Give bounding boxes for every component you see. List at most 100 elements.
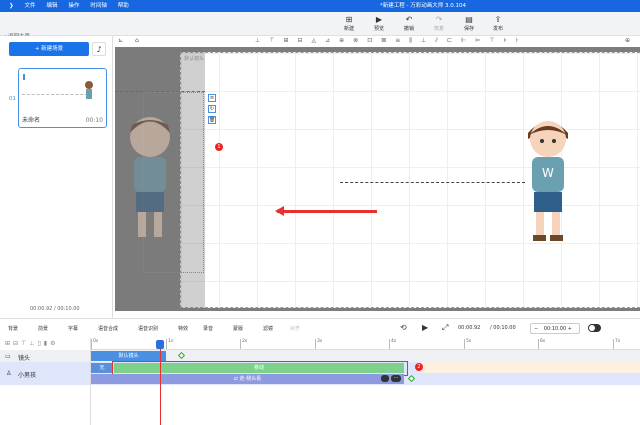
enter-block[interactable]: 无: [91, 363, 113, 373]
rotate-icon[interactable]: ↻: [208, 105, 216, 113]
new-scene-button[interactable]: + 新建场景: [9, 42, 89, 56]
keyframe-diamond[interactable]: [177, 351, 186, 360]
delete-icon[interactable]: 🗑: [208, 116, 216, 124]
align-icon[interactable]: ⊾: [118, 37, 123, 44]
redo-icon: ↷: [435, 15, 443, 24]
scene-duration: 00:10: [85, 117, 103, 124]
motion-path: [340, 182, 525, 183]
badge-1: 1: [215, 143, 223, 151]
redo-button[interactable]: ↷ 恢复: [427, 14, 451, 32]
tool-align[interactable]: 对齐: [290, 325, 300, 332]
music-icon[interactable]: ♪: [92, 42, 106, 56]
scene-marker: [23, 74, 25, 80]
canvas-toolbar: ⊾ ⌂ ⊥⊤⊞⊟◬⊿⊕⊗⊡⊠≡⫼⊥⫽⊏⊩⊨⊤⊧⊦ ⊕: [115, 36, 640, 47]
plus-icon[interactable]: +: [568, 326, 572, 332]
track-header: ⊞⊟⊤⊥▯▮⚙ ▭ 镜头 ♙ 小男孩: [0, 338, 91, 425]
duration-stepper[interactable]: − 00:10.00 +: [530, 323, 580, 334]
publish-button[interactable]: ⇪ 发布: [486, 14, 510, 32]
tool-speech-recognition[interactable]: 语音识别: [138, 325, 158, 332]
playback-current: 00:00.92: [458, 325, 481, 331]
tool-filter[interactable]: 滤镜: [263, 325, 273, 332]
playhead-handle[interactable]: [156, 340, 164, 349]
tick: 1s: [166, 339, 173, 349]
person-icon: ♙: [6, 370, 12, 377]
save-label: 保存: [463, 26, 474, 32]
timeline-toolbar: 背景 前景 字幕 语音合成 语音识别 特效 录音 蒙版 滤镜 对齐 ⟲ ▶ ⤢ …: [0, 318, 640, 338]
action-label: 走-侧头看: [239, 376, 262, 382]
tick: 6s: [538, 339, 545, 349]
add-icon[interactable]: [381, 375, 389, 382]
track-name-camera: 镜头: [18, 355, 31, 362]
reset-icon[interactable]: ⟲: [400, 323, 407, 332]
tool-record[interactable]: 录音: [203, 325, 213, 332]
main-toolbar: ‹ 返回主页 ⊞新建 ▶预览 ↶撤销 ↷恢复 ▤保存 ⇪发布: [0, 12, 640, 40]
camera-block[interactable]: 默认镜头: [91, 351, 166, 361]
boy-thumb-body: [86, 89, 92, 99]
menu-timeline[interactable]: 时间轴: [90, 0, 107, 12]
more-icon[interactable]: ···: [391, 375, 401, 382]
fullscreen-icon[interactable]: ⤢: [442, 323, 448, 333]
zoom-icon[interactable]: ⊕: [625, 37, 630, 44]
tick: 7s: [613, 339, 620, 349]
scene-time: 00:00.92 / 00:10.00: [30, 306, 80, 312]
arrange-icons[interactable]: ⊥⊤⊞⊟◬⊿⊕⊗⊡⊠≡⫼⊥⫽⊏⊩⊨⊤⊧⊦: [255, 37, 528, 45]
preview-button[interactable]: ▶ 预览: [367, 14, 391, 32]
tool-background[interactable]: 背景: [8, 325, 18, 332]
preview-label: 预览: [373, 26, 384, 32]
play-icon: ▶: [375, 15, 383, 24]
tool-subtitle[interactable]: 字幕: [68, 325, 78, 332]
settings-icon[interactable]: ≡: [208, 94, 216, 102]
play-button[interactable]: ▶: [422, 323, 428, 332]
boy-thumb: [85, 81, 93, 89]
menu-bar: ❯ 文件 编辑 操作 时间轴 帮助 *新建工程 - 万彩动画大师 3.0.104: [0, 0, 640, 12]
new-label: 新建: [343, 26, 354, 32]
keyframe-diamond[interactable]: [407, 374, 416, 383]
menu-file[interactable]: 文件: [25, 0, 36, 12]
scene-thumbnail[interactable]: 未命名 00:10: [18, 68, 107, 128]
scene-name: 未命名: [22, 117, 41, 124]
duration-value[interactable]: 00:10.00: [544, 326, 566, 332]
undo-icon: ↶: [405, 15, 413, 24]
action-block[interactable]: ⇄ 走-侧头看: [91, 374, 404, 384]
tick: 3s: [315, 339, 322, 349]
camera-icon: ▭: [5, 353, 11, 360]
boy-character[interactable]: W: [518, 115, 578, 255]
home-icon[interactable]: ⌂: [135, 37, 139, 44]
tool-effects[interactable]: 特效: [178, 325, 188, 332]
tool-foreground[interactable]: 前景: [38, 325, 48, 332]
track-name-boy: 小男孩: [18, 372, 37, 379]
scene-path: [22, 94, 88, 95]
arrow-head: [275, 206, 284, 216]
minus-icon[interactable]: −: [534, 326, 538, 332]
tick: 4s: [389, 339, 396, 349]
menu-operate[interactable]: 操作: [68, 0, 79, 12]
total-time: / 00:10.00: [53, 306, 80, 312]
toggle-switch[interactable]: [588, 324, 601, 332]
app-logo: ❯: [9, 3, 14, 9]
guide-line: [115, 91, 205, 92]
publish-icon: ⇪: [494, 15, 502, 24]
scene-number: 01: [9, 96, 16, 102]
track-camera[interactable]: ▭ 镜头: [0, 350, 90, 362]
menu-edit[interactable]: 编辑: [46, 0, 57, 12]
tool-tts[interactable]: 语音合成: [98, 325, 118, 332]
boy-ghost: [130, 117, 170, 237]
badge-2: 2: [415, 363, 423, 371]
track-boy[interactable]: ♙ 小男孩: [0, 362, 90, 385]
menu-help[interactable]: 帮助: [118, 0, 129, 12]
undo-label: 撤销: [403, 26, 414, 32]
time-ruler[interactable]: 0s 1s 2s 3s 4s 5s 6s 7s: [91, 338, 640, 350]
save-icon: ▤: [465, 15, 473, 24]
direction-arrow: [277, 210, 377, 213]
playhead-line: [160, 342, 161, 425]
tool-mask[interactable]: 蒙版: [233, 325, 243, 332]
undo-button[interactable]: ↶ 撤销: [397, 14, 421, 32]
save-button[interactable]: ▤ 保存: [457, 14, 481, 32]
track-tool-icons[interactable]: ⊞⊟⊤⊥▯▮⚙: [5, 340, 59, 347]
scene-panel: + 新建场景 ♪ 01 未命名 00:10 00:00.92 / 00:10.0…: [0, 36, 113, 318]
tick: 0s: [91, 339, 98, 349]
new-icon: ⊞: [345, 15, 353, 24]
canvas-area[interactable]: 默认镜头 ≡ ↻ 🗑 1 W: [115, 47, 640, 311]
publish-label: 发布: [492, 26, 503, 32]
new-button[interactable]: ⊞ 新建: [337, 14, 361, 32]
